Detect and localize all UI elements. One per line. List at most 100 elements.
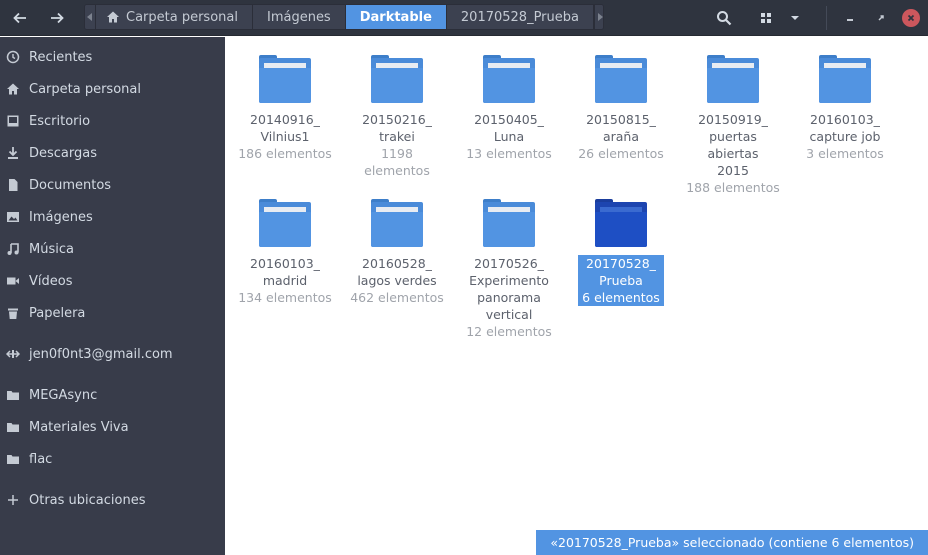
folder-count: 26 elementos [578, 146, 664, 161]
sidebar-item-videos[interactable]: Vídeos [0, 268, 225, 294]
arrow-left-icon [13, 12, 26, 24]
folder-item[interactable]: 20150405_ Luna 13 elementos [459, 37, 559, 162]
trash-icon [5, 305, 21, 321]
sidebar-item-imagenes[interactable]: Imágenes [0, 204, 225, 230]
folder-item[interactable]: 20160103_ capture job 3 elementos [795, 37, 895, 162]
folder-item[interactable]: 20160103_ madrid 134 elementos [235, 181, 335, 306]
folder-name-line: vertical [485, 307, 533, 322]
search-icon [717, 11, 732, 26]
document-icon [5, 177, 21, 193]
path-item-label: Darktable [359, 9, 432, 25]
folder-caption: 20170526_ Experimento panorama vertical … [466, 255, 552, 340]
sidebar-item-label: Descargas [29, 145, 98, 161]
folder-count: 462 elementos [350, 290, 444, 305]
path-scroll-right[interactable] [594, 5, 603, 29]
sidebar-item-materiales-viva[interactable]: Materiales Viva [0, 414, 225, 440]
arrow-right-icon [51, 12, 64, 24]
path-item-label: 20170528_Prueba [460, 9, 579, 25]
sidebar-item-label: Otras ubicaciones [29, 492, 146, 508]
sidebar-item-documentos[interactable]: Documentos [0, 172, 225, 198]
sidebar-item-musica[interactable]: Música [0, 236, 225, 262]
view-toggle-button[interactable] [752, 4, 780, 32]
sidebar-item-flac[interactable]: flac [0, 446, 225, 472]
path-scroll-left[interactable] [85, 5, 95, 29]
folder-count: 3 elementos [806, 146, 884, 161]
folder-icon [483, 199, 535, 247]
folder-name-line: 20170528_ [586, 256, 656, 271]
forward-button[interactable] [43, 4, 71, 32]
close-button[interactable] [902, 9, 920, 27]
sidebar-item-label: Música [29, 241, 74, 257]
search-button[interactable] [710, 4, 738, 32]
folder-name-line: trakei [379, 129, 415, 144]
sidebar-item-label: Materiales Viva [29, 419, 129, 435]
folder-item-selected[interactable]: 20170528_ Prueba 6 elementos [571, 181, 671, 306]
folder-caption: 20150919_ puertas abiertas 2015 188 elem… [683, 111, 783, 196]
folder-item[interactable]: 20140916_ Vilnius1 186 elementos [235, 37, 335, 162]
sidebar-item-otras-ubicaciones[interactable]: Otras ubicaciones [0, 487, 225, 513]
folder-icon [371, 55, 423, 103]
folder-caption: 20140916_ Vilnius1 186 elementos [238, 111, 332, 162]
folder-count: 1198 elementos [364, 146, 430, 178]
folder-name-line: Experimento [469, 273, 549, 288]
folder-item[interactable]: 20150216_ trakei 1198 elementos [347, 37, 447, 179]
path-item-home[interactable]: Carpeta personal [95, 5, 252, 29]
folder-icon [483, 55, 535, 103]
path-item-prueba[interactable]: 20170528_Prueba [445, 5, 593, 29]
header-bar: Carpeta personal Imágenes Darktable 2017… [0, 0, 928, 36]
home-icon [5, 81, 21, 97]
folder-name-line: 20160103_ [810, 112, 880, 127]
back-button[interactable] [6, 4, 34, 32]
sidebar-item-carpeta-personal[interactable]: Carpeta personal [0, 76, 225, 102]
network-icon [5, 346, 21, 362]
folder-caption: 20160103_ capture job 3 elementos [806, 111, 884, 162]
folder-name-line: puertas abiertas [707, 129, 759, 161]
sidebar-item-recientes[interactable]: Recientes [0, 44, 225, 70]
folder-icon [371, 199, 423, 247]
folder-item[interactable]: 20170526_ Experimento panorama vertical … [459, 181, 559, 340]
folder-caption: 20160528_ lagos verdes 462 elementos [350, 255, 444, 306]
sidebar-item-label: Papelera [29, 305, 86, 321]
folder-count: 134 elementos [238, 290, 332, 305]
sidebar-item-label: jen0f0nt3@gmail.com [29, 346, 173, 362]
sidebar-item-escritorio[interactable]: Escritorio [0, 108, 225, 134]
folder-name-line: panorama [477, 290, 541, 305]
folder-item[interactable]: 20160528_ lagos verdes 462 elementos [347, 181, 447, 306]
folder-icon [5, 387, 21, 403]
minimize-button[interactable] [841, 9, 859, 27]
sidebar-item-label: Vídeos [29, 273, 73, 289]
sidebar-item-descargas[interactable]: Descargas [0, 140, 225, 166]
folder-icon [5, 451, 21, 467]
maximize-icon [878, 15, 884, 21]
folder-item[interactable]: 20150815_ araña 26 elementos [571, 37, 671, 162]
folder-caption: 20150405_ Luna 13 elementos [466, 111, 552, 162]
path-item-label: Carpeta personal [126, 9, 238, 25]
sidebar-item-label: flac [29, 451, 53, 467]
divider [826, 6, 827, 30]
folder-icon [259, 199, 311, 247]
folder-name-line: 20150815_ [586, 112, 656, 127]
folder-item[interactable]: 20150919_ puertas abiertas 2015 188 elem… [683, 37, 783, 196]
sidebar-item-megasync[interactable]: MEGAsync [0, 382, 225, 408]
sidebar-item-papelera[interactable]: Papelera [0, 300, 225, 326]
sidebar-item-account[interactable]: jen0f0nt3@gmail.com [0, 341, 225, 367]
path-item-imagenes[interactable]: Imágenes [251, 5, 345, 29]
folder-name-line: araña [602, 129, 640, 144]
path-item-darktable[interactable]: Darktable [344, 5, 446, 29]
folder-name-line: 20170526_ [474, 256, 544, 271]
sidebar-item-label: Imágenes [29, 209, 93, 225]
folder-name-line: 20160103_ [250, 256, 320, 271]
folder-name-line: capture job [809, 129, 881, 144]
video-icon [5, 273, 21, 289]
folder-icon [595, 55, 647, 103]
folder-count: 186 elementos [238, 146, 332, 161]
folder-icon [5, 419, 21, 435]
sidebar-item-label: Carpeta personal [29, 81, 141, 97]
maximize-button[interactable] [872, 9, 890, 27]
clock-icon [5, 49, 21, 65]
view-options-button[interactable] [784, 4, 806, 32]
folder-caption: 20150216_ trakei 1198 elementos [362, 111, 432, 179]
folder-icon [707, 55, 759, 103]
folder-name-line: Luna [493, 129, 525, 144]
file-grid: 20140916_ Vilnius1 186 elementos 2015021… [225, 37, 928, 555]
